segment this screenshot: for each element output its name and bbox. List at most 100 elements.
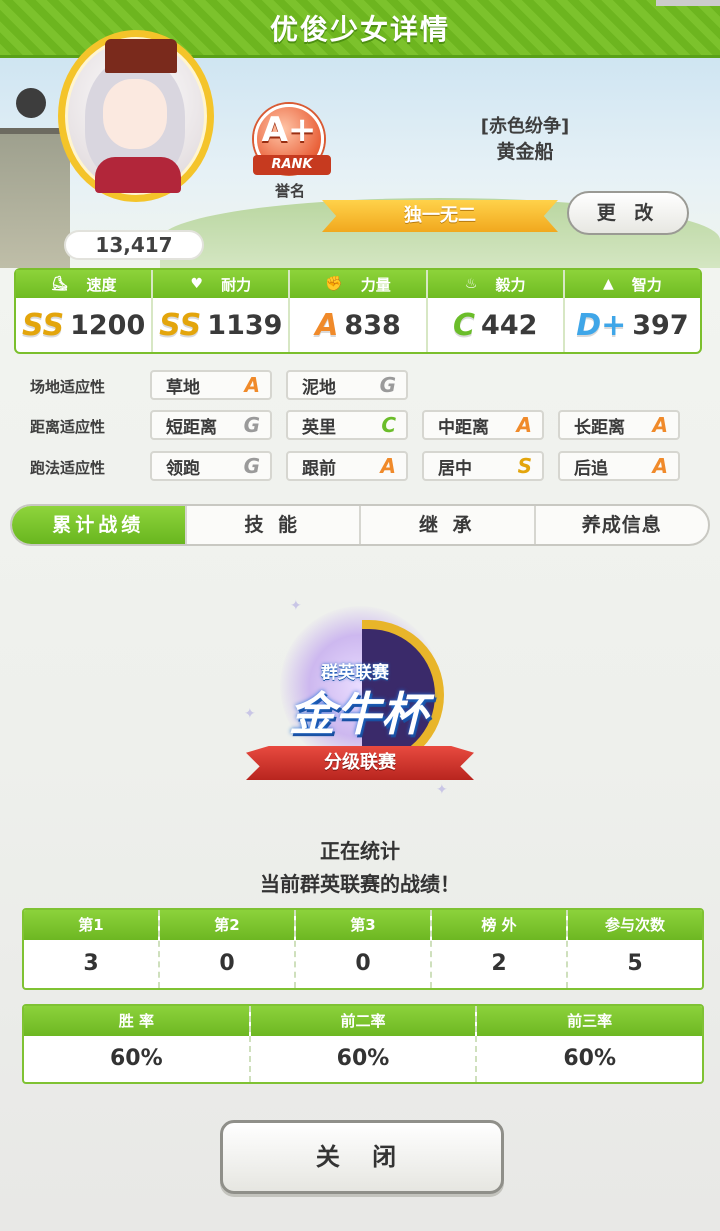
- stat-grade: SS: [21, 307, 65, 343]
- apt-label: 场地适应性: [30, 378, 106, 396]
- tab-skills[interactable]: 技 能: [187, 506, 361, 544]
- stat-4: ▲ 智力 D+ 397: [564, 270, 701, 352]
- result-column: 第3 0: [296, 910, 432, 988]
- result-value: 2: [491, 951, 507, 976]
- emblem-ribbon: 分级联赛: [246, 746, 474, 780]
- apt-cell: 跟前 A: [286, 451, 408, 481]
- result-value: 60%: [110, 1046, 163, 1071]
- stat-value: 397: [632, 309, 689, 341]
- apt-label: 跑法适应性: [30, 459, 106, 477]
- result-header: 胜 率: [24, 1006, 249, 1036]
- close-button[interactable]: 关 闭: [220, 1120, 504, 1194]
- stat-label: 速度: [86, 275, 117, 294]
- result-column: 参与次数 5: [568, 910, 702, 988]
- evaluation-score: 13,417: [64, 230, 204, 260]
- emblem-cup-name: 金牛杯: [289, 687, 427, 741]
- stat-panel: ⛸ 速度 SS 1200 ♥ 耐力 SS 1139 ✊ 力量 A 838 ♨ 毅力 C 442 ▲ 智力 D+ 397: [14, 268, 702, 354]
- character-name: 黄金船: [496, 141, 554, 163]
- top-edge-strip: [656, 0, 720, 6]
- apt-name: 草地: [166, 377, 200, 398]
- track-aptitude-row: 场地适应性 草地 A 泥地 G: [30, 370, 700, 402]
- apt-name: 短距离: [166, 417, 217, 438]
- apt-grade: C: [381, 413, 396, 437]
- apt-grade: G: [379, 373, 396, 397]
- detail-screen: 优俊少女详情 13,417 A+ RANK 誉名 [赤色纷争] 黄金船 独一无二…: [0, 0, 720, 1231]
- stat-2: ✊ 力量 A 838: [290, 270, 428, 352]
- apt-name: 后追: [574, 458, 608, 479]
- stat-1: ♥ 耐力 SS 1139: [153, 270, 291, 352]
- stat-body: C 442: [428, 298, 563, 352]
- result-header: 第3: [296, 910, 430, 940]
- apt-grade: A: [380, 454, 396, 478]
- apt-grade: S: [517, 454, 532, 478]
- stat-grade: SS: [159, 307, 202, 343]
- apt-name: 居中: [438, 458, 472, 479]
- apt-cell: 英里 C: [286, 410, 408, 440]
- stat-header: ✊ 力量: [290, 270, 426, 298]
- stat-value: 1139: [207, 309, 283, 341]
- result-value: 5: [627, 951, 643, 976]
- result-header: 参与次数: [568, 910, 702, 940]
- portrait-coat: [95, 157, 181, 193]
- result-column: 第1 3: [24, 910, 160, 988]
- title-banner: 独一无二: [322, 200, 558, 232]
- apt-cell: 领跑 G: [150, 451, 272, 481]
- background-building: [0, 128, 70, 268]
- result-column: 前二率 60%: [250, 1006, 478, 1082]
- apt-cell: 居中 S: [422, 451, 544, 481]
- stat-0: ⛸ 速度 SS 1200: [16, 270, 154, 352]
- tab-training-info[interactable]: 养成信息: [536, 506, 709, 544]
- result-header: 第1: [24, 910, 158, 940]
- stat-body: D+ 397: [565, 298, 700, 352]
- portrait-hat: [105, 39, 177, 73]
- result-column: 榜 外 2: [432, 910, 568, 988]
- style-aptitude-row: 跑法适应性 领跑 G 跟前 A 居中 S 后追 A: [30, 451, 700, 483]
- apt-cell: 泥地 G: [286, 370, 408, 400]
- apt-name: 英里: [302, 417, 336, 438]
- portrait-face: [103, 79, 167, 149]
- stat-value: 442: [481, 309, 538, 341]
- stat-label: 毅力: [495, 275, 526, 294]
- result-column: 第2 0: [160, 910, 296, 988]
- stat-label: 力量: [360, 275, 391, 294]
- result-column: 前三率 60%: [477, 1006, 702, 1082]
- apt-grade: G: [243, 454, 260, 478]
- sparkle-icon: ✦: [244, 706, 256, 722]
- apt-label: 距离适应性: [30, 418, 106, 436]
- stat-body: SS 1200: [16, 298, 151, 352]
- apt-name: 领跑: [166, 458, 200, 479]
- heart-icon: ♥: [190, 276, 204, 292]
- stat-3: ♨ 毅力 C 442: [427, 270, 565, 352]
- apt-grade: A: [652, 454, 668, 478]
- apt-name: 泥地: [302, 377, 336, 398]
- rank-badge: A+ RANK: [253, 104, 331, 175]
- apt-cell: 长距离 A: [558, 410, 680, 440]
- tab-race-record[interactable]: 累计战绩: [12, 506, 187, 544]
- stat-grade: D+: [576, 307, 627, 343]
- placing-table: 第1 3 第2 0 第3 0 榜 外 2 参与次数 5: [22, 908, 704, 990]
- change-title-button[interactable]: 更 改: [567, 191, 689, 235]
- tab-inheritance[interactable]: 继 承: [361, 506, 536, 544]
- result-value: 60%: [563, 1046, 617, 1071]
- apt-name: 跟前: [302, 458, 336, 479]
- character-epithet: [赤色纷争]: [480, 116, 570, 137]
- result-value: 0: [355, 951, 371, 976]
- character-portrait: [58, 30, 214, 202]
- result-value: 60%: [336, 1046, 390, 1071]
- result-header: 前三率: [477, 1006, 702, 1036]
- stat-header: ▲ 智力: [564, 270, 701, 298]
- apt-name: 中距离: [438, 417, 489, 438]
- detail-tabs: 累计战绩 技 能 继 承 养成信息: [10, 504, 710, 546]
- stat-label: 耐力: [221, 275, 252, 294]
- stat-header: ♥ 耐力: [153, 270, 289, 298]
- result-value: 0: [219, 951, 235, 976]
- status-line-1: 正在统计: [320, 839, 400, 863]
- shoe-icon: ⛸: [50, 276, 69, 292]
- stat-header: ⛸ 速度: [16, 270, 152, 298]
- league-emblem: 群英联赛 金牛杯 分级联赛 ✦ ✦ ✦: [240, 596, 480, 798]
- apt-grade: A: [652, 413, 668, 437]
- rank-label: 誉名: [274, 182, 305, 200]
- stat-value: 838: [344, 309, 401, 341]
- rank-ribbon: RANK: [253, 155, 331, 175]
- flame-icon: ♨: [464, 276, 478, 292]
